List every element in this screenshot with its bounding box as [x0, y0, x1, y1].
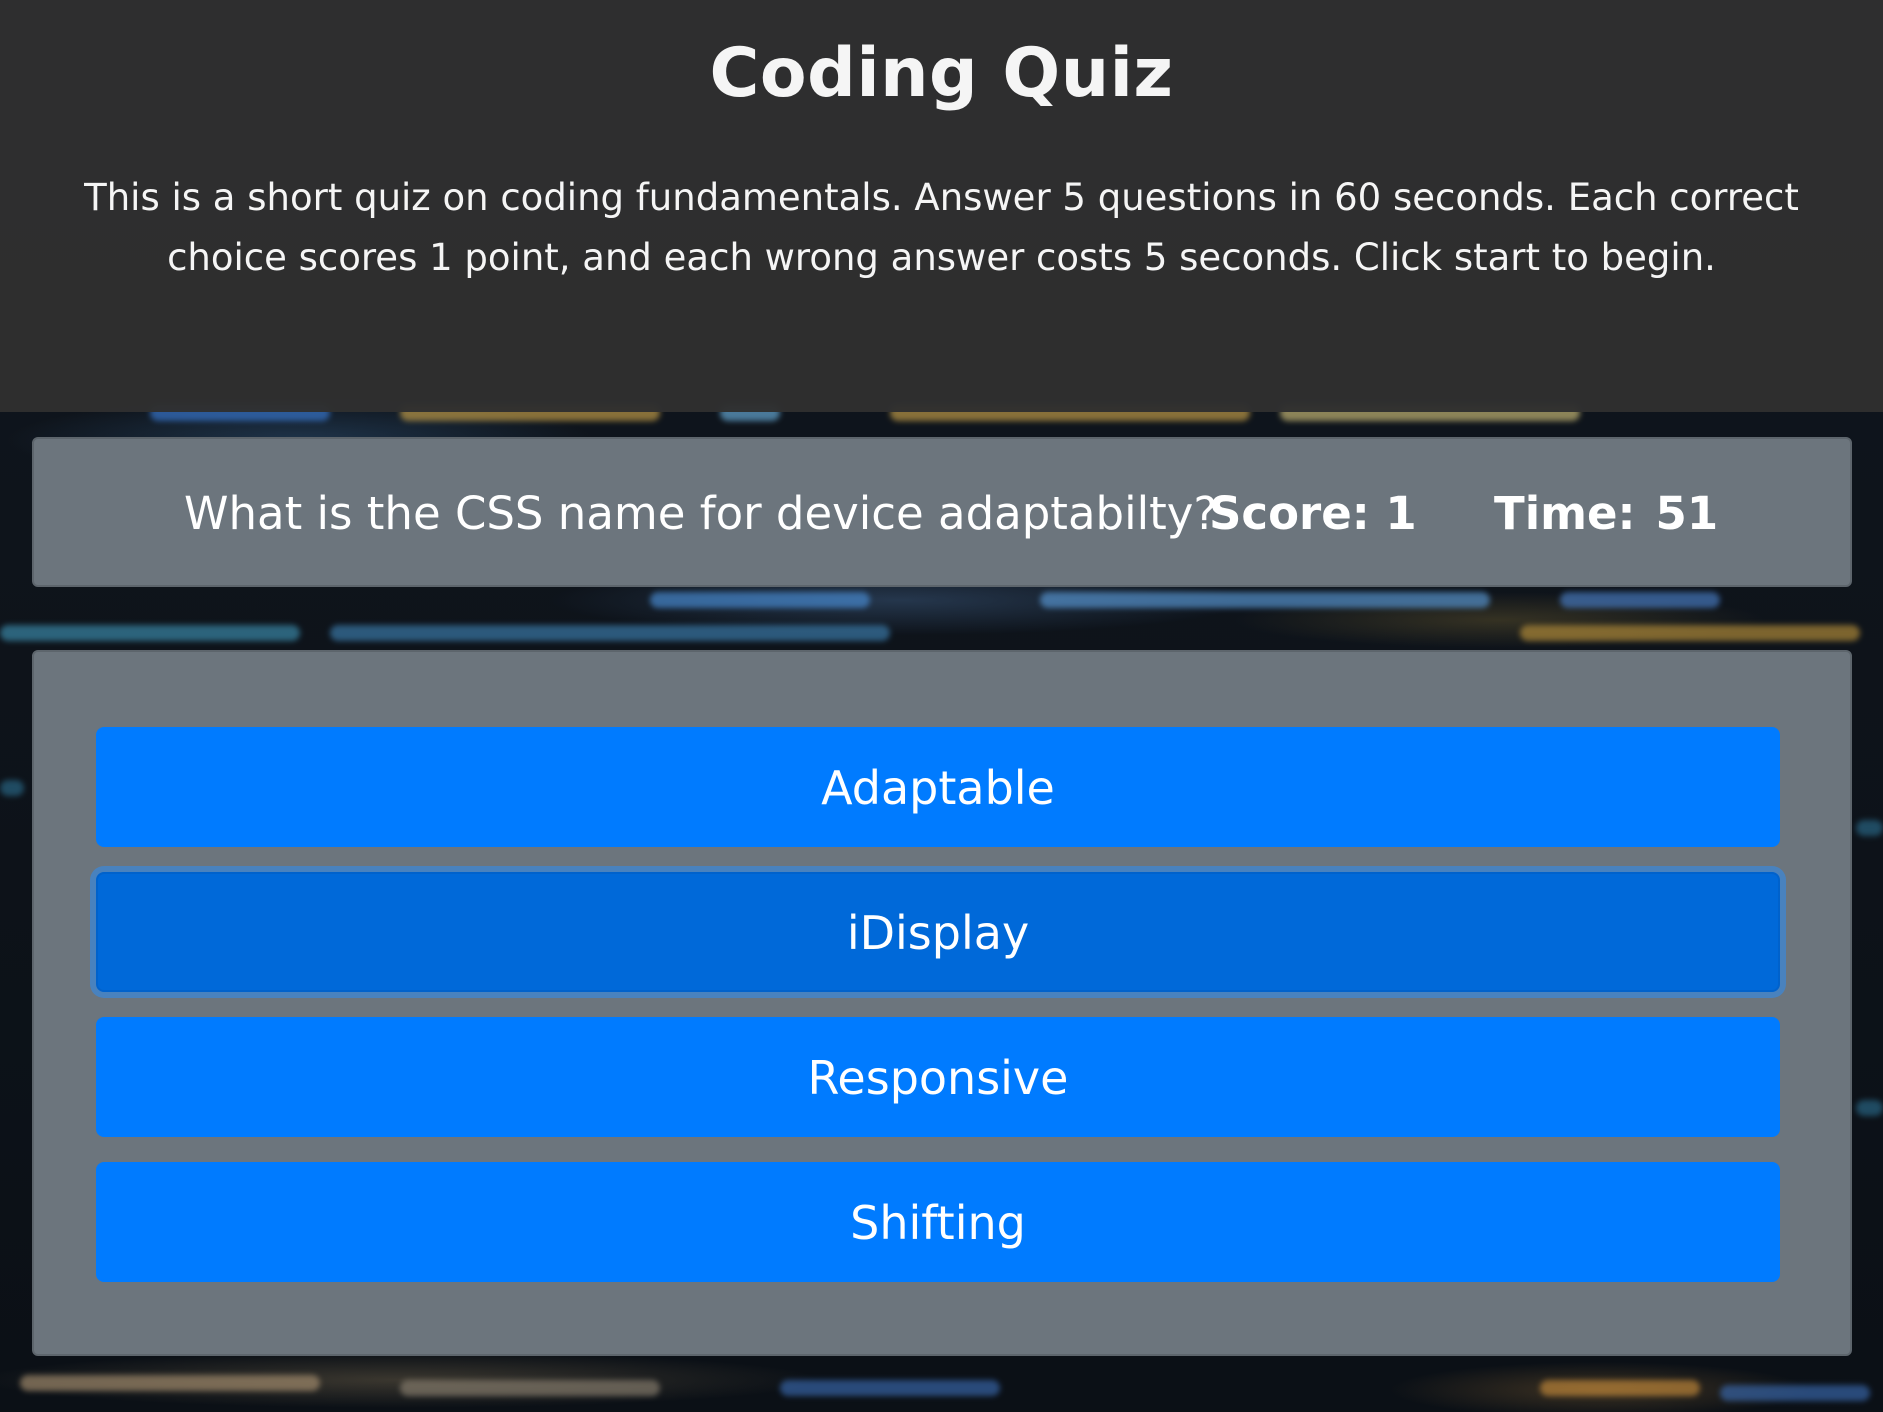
code-line: [1720, 1385, 1870, 1401]
timer-display: Time: 51: [1494, 439, 1718, 589]
code-line: [0, 625, 300, 641]
code-line: [1040, 592, 1490, 608]
quiz-description: This is a short quiz on coding fundament…: [84, 176, 1799, 279]
code-line: [330, 625, 890, 641]
code-line: [1856, 820, 1883, 836]
code-line: [650, 592, 870, 608]
code-line: [780, 1380, 1000, 1396]
question-text: What is the CSS name for device adaptabi…: [184, 487, 1218, 540]
code-line: [20, 1375, 320, 1391]
score-display: Score: 1: [1209, 487, 1417, 540]
quiz-header: Coding Quiz This is a short quiz on codi…: [0, 0, 1883, 412]
code-line: [1856, 1100, 1883, 1116]
code-line: [400, 1380, 660, 1396]
answers-panel: Adaptable iDisplay Responsive Shifting: [32, 650, 1852, 1356]
page-title: Coding Quiz: [709, 34, 1174, 113]
code-line: [0, 780, 24, 796]
question-status-bar: What is the CSS name for device adaptabi…: [32, 437, 1852, 587]
code-line: [1520, 625, 1860, 641]
answer-button-shifting[interactable]: Shifting: [96, 1162, 1780, 1282]
code-line: [1540, 1380, 1700, 1396]
answer-button-responsive[interactable]: Responsive: [96, 1017, 1780, 1137]
code-line: [1560, 592, 1720, 608]
timer-label: Time:: [1494, 487, 1636, 540]
answer-button-idisplay[interactable]: iDisplay: [96, 872, 1780, 992]
timer-value: 51: [1655, 487, 1719, 540]
answer-button-adaptable[interactable]: Adaptable: [96, 727, 1780, 847]
